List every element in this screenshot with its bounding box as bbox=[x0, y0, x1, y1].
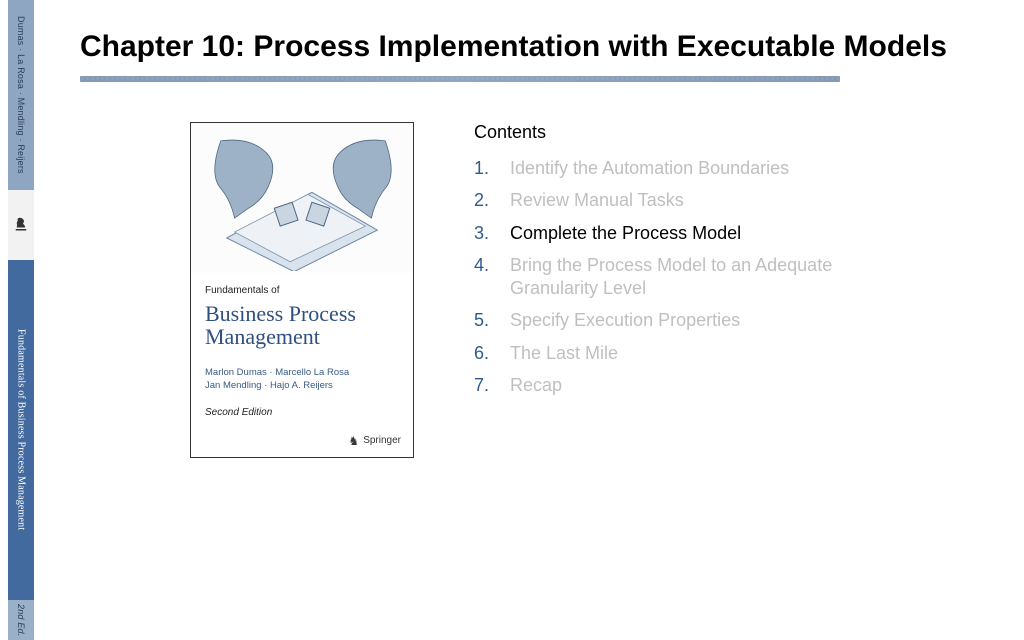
spine-authors: Dumas · La Rosa · Mendling · Reijers bbox=[16, 16, 26, 174]
contents-item-label: Review Manual Tasks bbox=[510, 189, 684, 212]
contents-item-number: 7. bbox=[474, 374, 494, 397]
contents-item: 3. Complete the Process Model bbox=[474, 222, 990, 245]
cover-authors-line1: Marlon Dumas · Marcello La Rosa bbox=[205, 367, 349, 378]
spine-title: Fundamentals of Business Process Managem… bbox=[16, 329, 27, 530]
contents-item: 1. Identify the Automation Boundaries bbox=[474, 157, 990, 180]
contents-list: 1. Identify the Automation Boundaries 2. Re… bbox=[474, 157, 990, 397]
cover-overline: Fundamentals of bbox=[205, 285, 399, 296]
contents-item-number: 4. bbox=[474, 254, 494, 277]
cover-art bbox=[191, 123, 413, 273]
springer-icon: ♞ bbox=[348, 435, 359, 447]
contents-item-number: 5. bbox=[474, 309, 494, 332]
cover-publisher: ♞ Springer bbox=[348, 435, 401, 447]
contents-item: 2. Review Manual Tasks bbox=[474, 189, 990, 212]
contents-item-label: Specify Execution Properties bbox=[510, 309, 740, 332]
contents-item: 7. Recap bbox=[474, 374, 990, 397]
contents-item-number: 1. bbox=[474, 157, 494, 180]
contents-item-label: The Last Mile bbox=[510, 342, 618, 365]
contents-heading: Contents bbox=[474, 122, 990, 143]
cover-authors: Marlon Dumas · Marcello La Rosa Jan Mend… bbox=[205, 367, 399, 393]
spine-authors-segment: Dumas · La Rosa · Mendling · Reijers bbox=[8, 0, 34, 190]
contents-item-number: 2. bbox=[474, 189, 494, 212]
cover-text-block: Fundamentals of Business ProcessManageme… bbox=[191, 273, 413, 457]
cover-edition: Second Edition bbox=[205, 407, 399, 418]
spine-edition: 2nd Ed. bbox=[16, 604, 26, 636]
contents-item: 6. The Last Mile bbox=[474, 342, 990, 365]
contents-item-label: Bring the Process Model to an Adequate G… bbox=[510, 254, 890, 299]
contents-item-number: 3. bbox=[474, 222, 494, 245]
spine-logo-segment bbox=[8, 190, 34, 260]
cover-title: Business ProcessManagement bbox=[205, 302, 399, 350]
spine-edition-segment: 2nd Ed. bbox=[8, 600, 34, 640]
slide-title: Chapter 10: Process Implementation with … bbox=[80, 28, 990, 66]
contents-item-label: Identify the Automation Boundaries bbox=[510, 157, 789, 180]
contents-item: 5. Specify Execution Properties bbox=[474, 309, 990, 332]
spine-title-segment: Fundamentals of Business Process Managem… bbox=[8, 260, 34, 600]
cover-publisher-name: Springer bbox=[363, 435, 401, 446]
book-cover: Fundamentals of Business ProcessManageme… bbox=[190, 122, 414, 458]
contents-item-label: Recap bbox=[510, 374, 562, 397]
slide: Chapter 10: Process Implementation with … bbox=[42, 0, 1024, 640]
title-rule bbox=[80, 76, 840, 82]
contents-item-number: 6. bbox=[474, 342, 494, 365]
knight-icon bbox=[12, 214, 30, 237]
cover-authors-line2: Jan Mendling · Hajo A. Reijers bbox=[205, 380, 333, 391]
contents: Contents 1. Identify the Automation Bound… bbox=[474, 122, 990, 407]
book-spine: Dumas · La Rosa · Mendling · Reijers Fun… bbox=[0, 0, 42, 640]
slide-body: Fundamentals of Business ProcessManageme… bbox=[80, 122, 990, 458]
contents-item-label: Complete the Process Model bbox=[510, 222, 741, 245]
contents-item: 4. Bring the Process Model to an Adequate… bbox=[474, 254, 990, 299]
